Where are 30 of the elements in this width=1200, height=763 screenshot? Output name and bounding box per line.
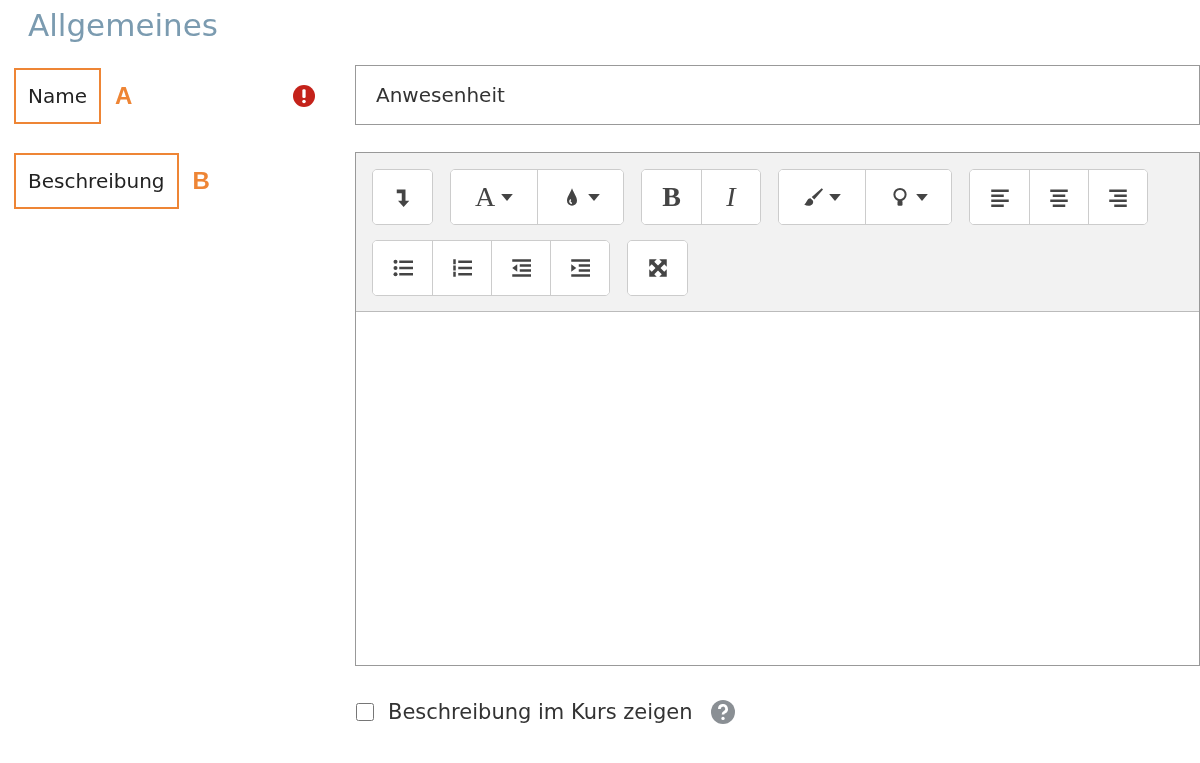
name-input[interactable]: Anwesenheit <box>355 65 1200 125</box>
help-icon[interactable] <box>710 700 735 724</box>
indent-icon <box>570 258 590 278</box>
section-heading: Allgemeines <box>27 6 219 45</box>
caret-icon <box>501 193 514 201</box>
align-right-button[interactable] <box>1088 170 1147 224</box>
caret-icon <box>915 193 928 201</box>
field-label: Name <box>14 68 101 124</box>
caret-icon <box>587 193 600 201</box>
indent-button[interactable] <box>550 241 609 295</box>
show-checkbox[interactable] <box>356 703 374 721</box>
numbered-list-icon <box>452 258 472 278</box>
lightbulb-button[interactable] <box>865 170 951 224</box>
outdent-icon <box>511 258 531 278</box>
paintbrush-icon <box>803 187 823 207</box>
field-label: Beschreibung <box>14 153 179 209</box>
expand-arrows-button[interactable] <box>628 241 687 295</box>
annotation-letter: B <box>192 167 210 195</box>
text-editor[interactable]: A B I <box>355 152 1200 666</box>
ink-drop-button[interactable] <box>537 170 623 224</box>
align-center-icon <box>1049 187 1069 207</box>
bulleted-list-icon <box>392 258 413 278</box>
align-right-icon <box>1108 187 1128 207</box>
caret-icon <box>829 193 841 201</box>
checkbox-label: Beschreibung im Kurs zeigen <box>388 700 693 724</box>
italic-button[interactable]: I <box>701 170 760 224</box>
expand-arrows-icon <box>647 258 668 278</box>
return-arrow-button[interactable] <box>373 170 432 224</box>
annotation-letter: A <box>115 82 133 110</box>
align-left-icon <box>989 187 1010 207</box>
